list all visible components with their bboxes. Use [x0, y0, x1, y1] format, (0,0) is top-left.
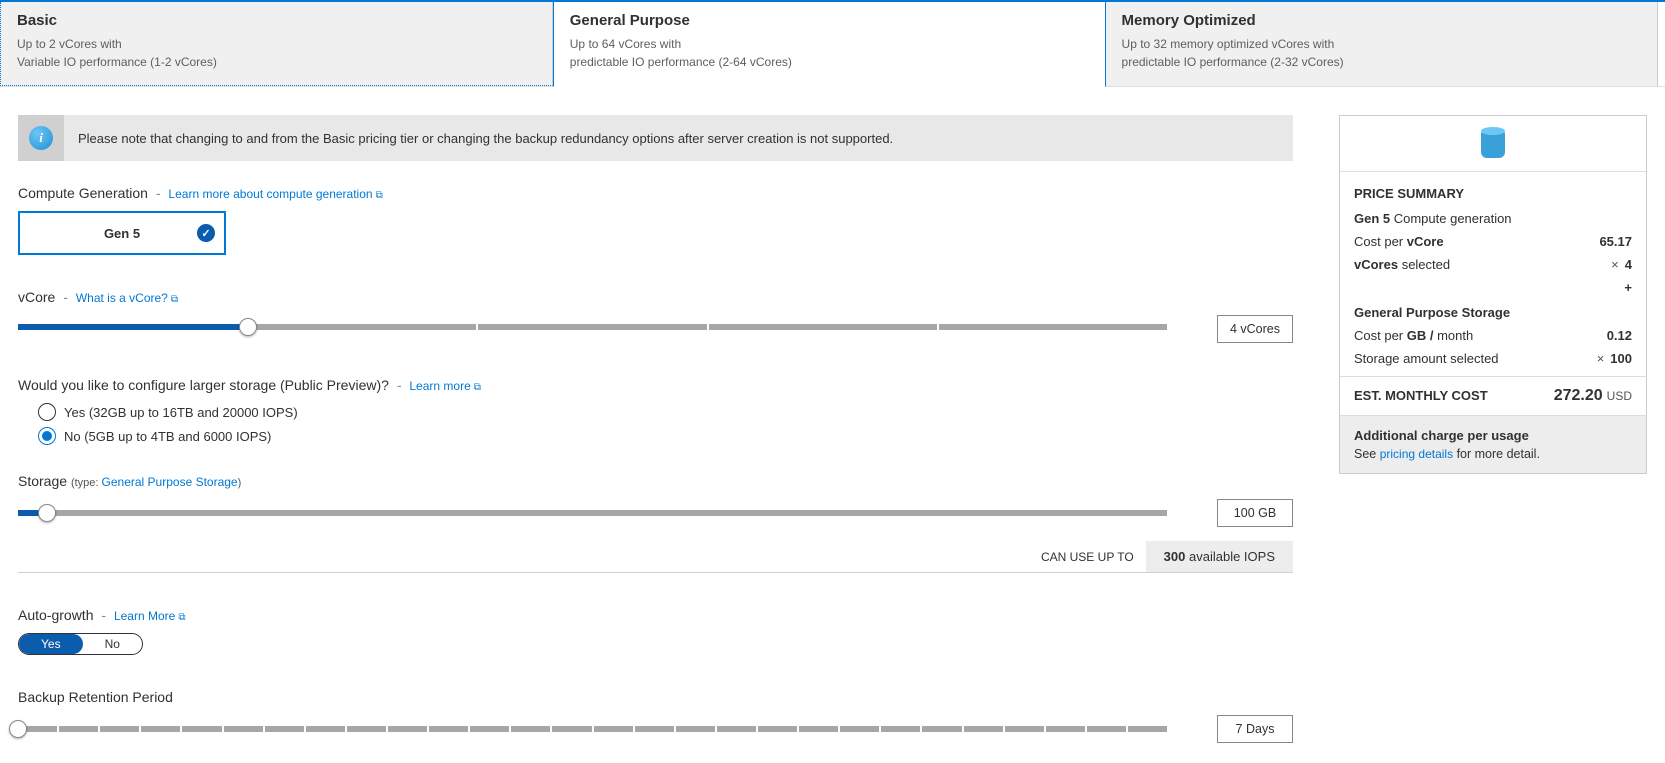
- vcore-help-link[interactable]: What is a vCore?⧉: [76, 291, 178, 305]
- external-link-icon: ⧉: [171, 294, 178, 305]
- external-link-icon: ⧉: [178, 612, 185, 623]
- external-link-icon: ⧉: [376, 190, 383, 201]
- type-suffix: ): [238, 477, 242, 489]
- lab: Storage amount selected: [1354, 351, 1499, 366]
- backup-retention-value[interactable]: 7 Days: [1217, 715, 1293, 743]
- auto-growth-label: Auto-growth - Learn More⧉: [18, 607, 1293, 623]
- label-text: Would you like to configure larger stora…: [18, 377, 389, 393]
- additional-charge-title: Additional charge per usage: [1354, 428, 1632, 443]
- lab-r: month: [1433, 328, 1473, 343]
- info-banner: i Please note that changing to and from …: [18, 115, 1293, 161]
- database-icon: [1481, 130, 1505, 158]
- label-text: Compute Generation: [18, 185, 148, 201]
- label-text: Auto-growth: [18, 607, 93, 623]
- additional-charge-box: Additional charge per usage See pricing …: [1340, 415, 1646, 473]
- lab: Cost per: [1354, 234, 1407, 249]
- checkmark-icon: [197, 224, 215, 242]
- storage-selected: 100: [1610, 351, 1632, 366]
- label-text: vCore: [18, 289, 55, 305]
- radio-label: Yes (32GB up to 16TB and 20000 IOPS): [64, 405, 298, 420]
- radio-icon: [38, 427, 56, 445]
- link-text: Learn more about compute generation: [168, 187, 372, 201]
- vcore-slider[interactable]: [18, 324, 1167, 334]
- link-text: What is a vCore?: [76, 291, 168, 305]
- mult: ×: [1597, 351, 1605, 366]
- link-text: Learn more: [409, 379, 470, 393]
- link-text: Learn More: [114, 609, 175, 623]
- vcores-selected: 4: [1625, 257, 1632, 272]
- tier-tab-basic[interactable]: Basic Up to 2 vCores with Variable IO pe…: [0, 2, 553, 86]
- plus-sign: +: [1354, 280, 1632, 295]
- storage-slider[interactable]: [18, 510, 1167, 516]
- storage-value[interactable]: 100 GB: [1217, 499, 1293, 527]
- tier-sub1: Up to 2 vCores with: [17, 35, 536, 53]
- price-summary-title: PRICE SUMMARY: [1354, 186, 1632, 201]
- toggle-no: No: [83, 634, 142, 654]
- type-prefix: (type:: [71, 477, 99, 489]
- cost-per-vcore: 65.17: [1599, 234, 1632, 249]
- tier-tab-memory-optimized[interactable]: Memory Optimized Up to 32 memory optimiz…: [1106, 2, 1659, 86]
- currency: USD: [1607, 389, 1632, 403]
- backup-retention-label: Backup Retention Period: [18, 689, 1293, 705]
- lab-b: vCores: [1354, 257, 1398, 272]
- radio-icon: [38, 403, 56, 421]
- vcore-value[interactable]: 4 vCores: [1217, 315, 1293, 343]
- radio-label: No (5GB up to 4TB and 6000 IOPS): [64, 429, 271, 444]
- external-link-icon: ⧉: [474, 382, 481, 393]
- toggle-yes: Yes: [19, 634, 83, 654]
- pricing-tier-tabs: Basic Up to 2 vCores with Variable IO pe…: [0, 2, 1665, 87]
- larger-storage-radio-yes[interactable]: Yes (32GB up to 16TB and 20000 IOPS): [38, 403, 1293, 421]
- summary-gen: Gen 5: [1354, 211, 1390, 226]
- tier-tab-general-purpose[interactable]: General Purpose Up to 64 vCores with pre…: [553, 2, 1106, 87]
- option-label: Gen 5: [104, 226, 140, 241]
- storage-section-header: General Purpose Storage: [1354, 305, 1632, 320]
- storage-label: Storage (type: General Purpose Storage): [18, 473, 1293, 489]
- price-summary-panel: PRICE SUMMARY Gen 5 Compute generation C…: [1339, 115, 1647, 474]
- storage-type-link[interactable]: General Purpose Storage: [102, 475, 238, 489]
- tier-sub1: Up to 32 memory optimized vCores with: [1122, 35, 1642, 53]
- cost-per-gb: 0.12: [1607, 328, 1632, 343]
- tier-title: General Purpose: [570, 12, 1089, 29]
- lab: selected: [1398, 257, 1450, 272]
- tier-sub2: predictable IO performance (2-64 vCores): [570, 53, 1089, 71]
- est-monthly-cost-label: EST. MONTHLY COST: [1354, 388, 1488, 403]
- auto-growth-toggle[interactable]: Yes No: [18, 633, 143, 655]
- iops-count: 300: [1164, 549, 1186, 564]
- addl-pre: See: [1354, 447, 1380, 461]
- compute-generation-option-gen5[interactable]: Gen 5: [18, 211, 226, 255]
- compute-generation-learn-more-link[interactable]: Learn more about compute generation ⧉: [168, 187, 382, 201]
- addl-post: for more detail.: [1453, 447, 1540, 461]
- backup-retention-slider[interactable]: [18, 726, 1167, 732]
- larger-storage-learn-more-link[interactable]: Learn more ⧉: [409, 379, 481, 393]
- larger-storage-radio-no[interactable]: No (5GB up to 4TB and 6000 IOPS): [38, 427, 1293, 445]
- label-text: Storage: [18, 473, 67, 489]
- tier-title: Basic: [17, 12, 536, 29]
- summary-gen-suffix: Compute generation: [1390, 211, 1511, 226]
- larger-storage-label: Would you like to configure larger stora…: [18, 377, 1293, 393]
- mult: ×: [1611, 257, 1619, 272]
- est-monthly-cost-value: 272.20: [1554, 387, 1603, 404]
- lab: Cost per: [1354, 328, 1407, 343]
- pricing-details-link[interactable]: pricing details: [1380, 447, 1453, 461]
- info-icon: i: [18, 115, 64, 161]
- iops-prefix: CAN USE UP TO: [1041, 550, 1146, 564]
- iops-suffix: available IOPS: [1189, 549, 1275, 564]
- compute-generation-label: Compute Generation - Learn more about co…: [18, 185, 1293, 201]
- lab-b: GB /: [1407, 328, 1434, 343]
- lab-b: vCore: [1407, 234, 1444, 249]
- auto-growth-learn-more-link[interactable]: Learn More⧉: [114, 609, 186, 623]
- tier-sub2: predictable IO performance (2-32 vCores): [1122, 53, 1642, 71]
- tier-sub1: Up to 64 vCores with: [570, 35, 1089, 53]
- tier-sub2: Variable IO performance (1-2 vCores): [17, 53, 536, 71]
- info-text: Please note that changing to and from th…: [78, 131, 893, 146]
- tier-title: Memory Optimized: [1122, 12, 1642, 29]
- iops-info: CAN USE UP TO 300 available IOPS: [18, 541, 1293, 573]
- vcore-label: vCore - What is a vCore?⧉: [18, 289, 1293, 305]
